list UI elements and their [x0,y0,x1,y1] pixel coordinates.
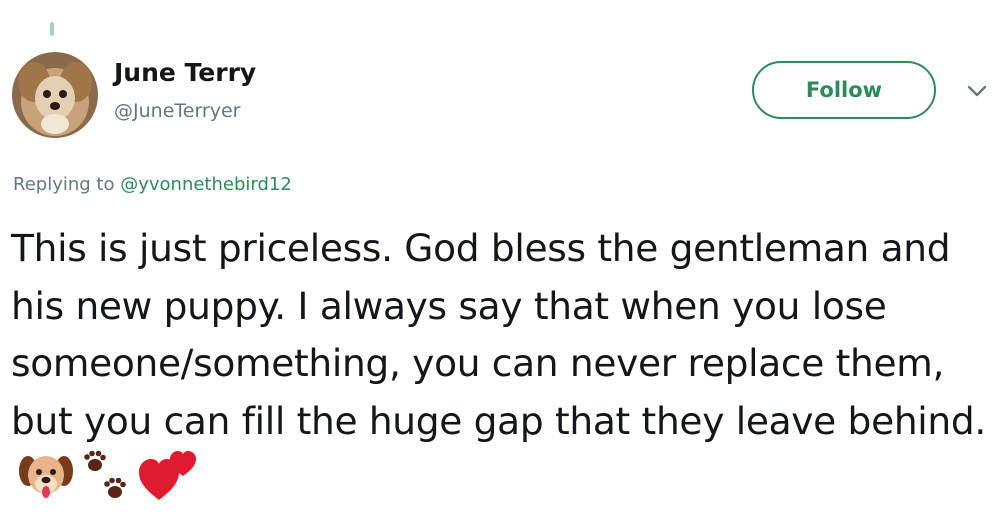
thread-connector-line [50,22,54,36]
avatar[interactable] [12,52,98,138]
replying-to-line: Replying to @yvonnethebird12 [13,174,292,195]
avatar-dog-image [12,52,98,138]
tweet-body: This is just priceless. God bless the ge… [11,220,996,519]
replying-prefix: Replying to [13,174,115,195]
paw-prints-icon [81,450,131,519]
dog-face-icon [19,451,73,518]
reply-mention-link[interactable]: @yvonnethebird12 [120,174,292,195]
two-hearts-icon [139,450,197,519]
author-name[interactable]: June Terry [114,58,256,87]
author-handle[interactable]: @JuneTerryer [114,100,240,122]
tweet-text: This is just priceless. God bless the ge… [11,226,987,443]
chevron-down-icon[interactable] [966,84,988,98]
follow-button[interactable]: Follow [752,61,936,119]
